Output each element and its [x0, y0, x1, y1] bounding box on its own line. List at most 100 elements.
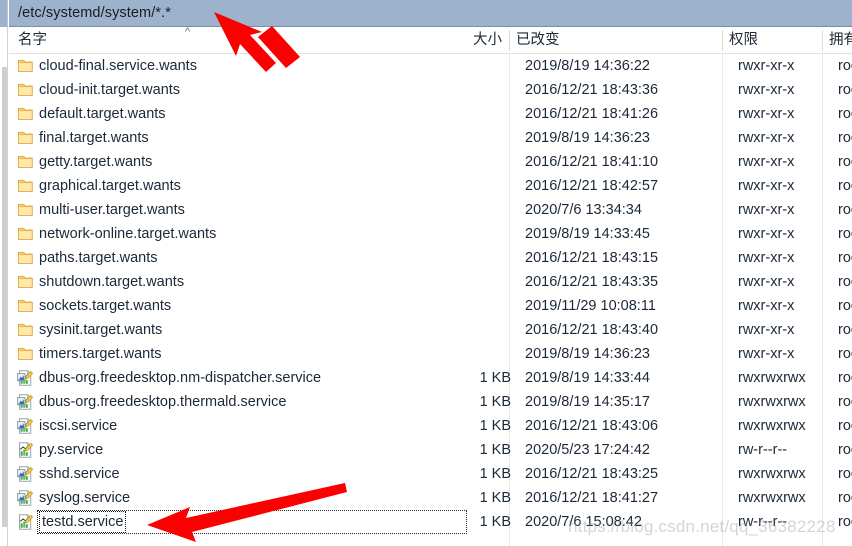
folder-icon	[17, 106, 34, 122]
table-row[interactable]: py.service 1 KB 2020/5/23 17:24:42 rw-r--r-…	[9, 438, 852, 462]
cell-permissions: rwxrwxrwx	[738, 394, 806, 410]
table-row[interactable]: dbus-org.freedesktop.nm-dispatcher.servi…	[9, 366, 852, 390]
table-row[interactable]: iscsi.service 1 KB 2016/12/21 18:43:06 rwxr…	[9, 414, 852, 438]
vertical-scrollbar-track[interactable]	[2, 67, 7, 527]
folder-icon	[17, 346, 34, 362]
cell-file-name[interactable]: dbus-org.freedesktop.nm-dispatcher.servi…	[39, 366, 469, 390]
cell-permissions: rwxr-xr-x	[738, 154, 795, 170]
column-header-modified[interactable]: 已改变	[516, 27, 716, 53]
table-row[interactable]: paths.target.wants 2016/12/21 18:43:15 rwx…	[9, 246, 852, 270]
column-divider-permissions[interactable]	[722, 30, 723, 51]
cell-modified-date: 2016/12/21 18:43:40	[525, 322, 659, 338]
service-link-icon	[17, 490, 34, 506]
table-row[interactable]: sshd.service 1 KB 2016/12/21 18:43:25 rwxrw…	[9, 462, 852, 486]
cell-owner: roo	[838, 202, 852, 218]
cell-owner: roo	[838, 58, 852, 74]
cell-file-name[interactable]: paths.target.wants	[39, 246, 469, 270]
cell-file-name[interactable]: testd.service	[37, 510, 467, 534]
service-link-icon	[17, 418, 34, 434]
cell-file-size	[439, 318, 511, 342]
cell-file-name[interactable]: multi-user.target.wants	[39, 198, 469, 222]
left-gutter-body	[0, 27, 8, 546]
table-row[interactable]: getty.target.wants 2016/12/21 18:41:10 rwx…	[9, 150, 852, 174]
cell-file-name[interactable]: dbus-org.freedesktop.thermald.service	[39, 390, 469, 414]
table-row[interactable]: sysinit.target.wants 2016/12/21 18:43:40 r…	[9, 318, 852, 342]
column-divider-size[interactable]	[509, 30, 510, 51]
cell-file-name[interactable]: final.target.wants	[39, 126, 469, 150]
path-bar[interactable]: /etc/systemd/system/*.*	[9, 0, 852, 27]
table-row[interactable]: default.target.wants 2016/12/21 18:41:26 r…	[9, 102, 852, 126]
folder-icon	[17, 154, 34, 170]
cell-owner: roo	[838, 226, 852, 242]
cell-owner: roo	[838, 130, 852, 146]
cell-owner: roo	[838, 154, 852, 170]
cell-file-name[interactable]: getty.target.wants	[39, 150, 469, 174]
cell-file-size	[439, 342, 511, 366]
cell-file-name[interactable]: timers.target.wants	[39, 342, 469, 366]
cell-permissions: rwxr-xr-x	[738, 346, 795, 362]
folder-icon	[17, 226, 34, 242]
cell-file-size: 1 KB	[479, 514, 511, 530]
table-row[interactable]: syslog.service 1 KB 2016/12/21 18:41:27 rwx…	[9, 486, 852, 510]
cell-file-size: 1 KB	[479, 442, 511, 458]
column-header-owner[interactable]: 拥有	[829, 27, 852, 53]
cell-file-name[interactable]: sshd.service	[39, 462, 469, 486]
service-link-icon	[17, 394, 34, 410]
table-row[interactable]: dbus-org.freedesktop.thermald.service 1 K…	[9, 390, 852, 414]
table-row[interactable]: final.target.wants 2019/8/19 14:36:23 rwxr…	[9, 126, 852, 150]
folder-icon	[17, 82, 34, 98]
column-divider-owner[interactable]	[822, 30, 823, 51]
folder-icon	[17, 202, 34, 218]
cell-file-name[interactable]: sockets.target.wants	[39, 294, 469, 318]
cell-permissions: rwxr-xr-x	[738, 58, 795, 74]
file-manager-pane: /etc/systemd/system/*.* ^ 名字 大小 已改变 权限 拥…	[0, 0, 852, 546]
cell-owner: roo	[838, 298, 852, 314]
cell-modified-date: 2016/12/21 18:41:10	[525, 154, 659, 170]
cell-file-name[interactable]: py.service	[39, 438, 469, 462]
cell-file-name[interactable]: default.target.wants	[39, 102, 469, 126]
table-row[interactable]: multi-user.target.wants 2020/7/6 13:34:34…	[9, 198, 852, 222]
focus-rectangle: testd.service	[39, 511, 127, 534]
cell-owner: roo	[838, 346, 852, 362]
service-link-icon	[17, 370, 34, 386]
cell-file-size	[439, 78, 511, 102]
watermark-text: https://blog.csdn.net/qq_36382228	[568, 517, 836, 536]
cell-file-name[interactable]: syslog.service	[39, 486, 469, 510]
folder-icon	[17, 178, 34, 194]
sort-ascending-indicator-icon: ^	[185, 26, 191, 38]
cell-permissions: rwxr-xr-x	[738, 298, 795, 314]
left-gutter	[0, 0, 8, 546]
table-row[interactable]: cloud-init.target.wants 2016/12/21 18:43:…	[9, 78, 852, 102]
cell-file-size: 1 KB	[479, 394, 511, 410]
cell-file-name[interactable]: shutdown.target.wants	[39, 270, 469, 294]
cell-permissions: rwxrwxrwx	[738, 466, 806, 482]
cell-file-size: 1 KB	[479, 370, 511, 386]
cell-owner: roo	[838, 250, 852, 266]
cell-file-name[interactable]: cloud-final.service.wants	[39, 54, 469, 78]
cell-permissions: rwxr-xr-x	[738, 322, 795, 338]
table-row[interactable]: cloud-final.service.wants 2019/8/19 14:36…	[9, 54, 852, 78]
table-row[interactable]: shutdown.target.wants 2016/12/21 18:43:35…	[9, 270, 852, 294]
column-header-permissions[interactable]: 权限	[729, 27, 819, 53]
cell-modified-date: 2019/8/19 14:35:17	[525, 394, 650, 410]
cell-file-name[interactable]: iscsi.service	[39, 414, 469, 438]
table-row[interactable]: graphical.target.wants 2016/12/21 18:42:5…	[9, 174, 852, 198]
cell-modified-date: 2016/12/21 18:43:06	[525, 418, 659, 434]
file-list[interactable]: cloud-final.service.wants 2019/8/19 14:36…	[9, 54, 852, 546]
column-header-name[interactable]: 名字	[18, 27, 428, 53]
column-header-size[interactable]: 大小	[430, 27, 502, 53]
cell-file-name[interactable]: graphical.target.wants	[39, 174, 469, 198]
cell-permissions: rwxr-xr-x	[738, 274, 795, 290]
table-row[interactable]: timers.target.wants 2019/8/19 14:36:23 rwx…	[9, 342, 852, 366]
cell-file-size	[439, 102, 511, 126]
cell-owner: roo	[838, 466, 852, 482]
cell-file-name[interactable]: network-online.target.wants	[39, 222, 469, 246]
cell-modified-date: 2020/7/6 13:34:34	[525, 202, 642, 218]
folder-icon	[17, 58, 34, 74]
table-row[interactable]: sockets.target.wants 2019/11/29 10:08:11 r…	[9, 294, 852, 318]
cell-modified-date: 2019/11/29 10:08:11	[525, 298, 656, 314]
cell-modified-date: 2019/8/19 14:36:22	[525, 58, 650, 74]
cell-file-name[interactable]: cloud-init.target.wants	[39, 78, 469, 102]
table-row[interactable]: network-online.target.wants 2019/8/19 14:…	[9, 222, 852, 246]
cell-file-name[interactable]: sysinit.target.wants	[39, 318, 469, 342]
